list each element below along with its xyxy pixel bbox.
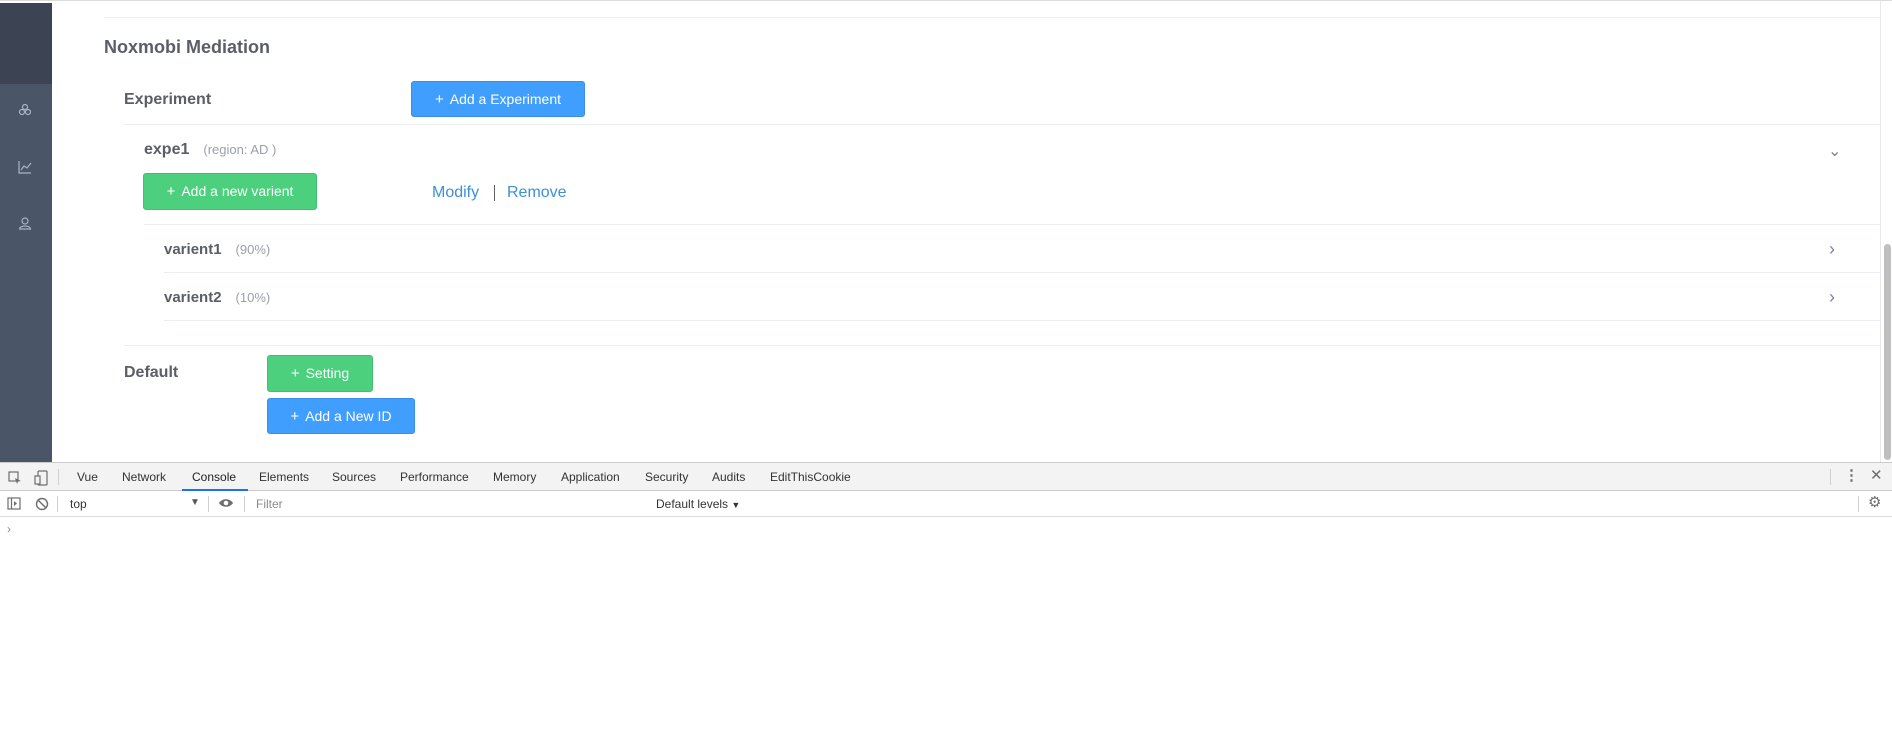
device-toggle-icon[interactable] <box>34 470 48 489</box>
sidebar-logo-area <box>0 3 52 84</box>
add-experiment-button[interactable]: + Add a Experiment <box>411 81 585 117</box>
toolbar-separator <box>58 469 59 485</box>
tab-audits[interactable]: Audits <box>712 470 745 484</box>
variant-row[interactable]: varient1 (90%) <box>164 241 270 258</box>
divider <box>164 320 1892 321</box>
default-label: Default <box>124 364 179 381</box>
tab-console[interactable]: Console <box>192 470 236 484</box>
page-title: Noxmobi Mediation <box>104 37 270 57</box>
remove-link[interactable]: Remove <box>507 184 567 202</box>
add-new-id-label: Add a New ID <box>305 408 392 424</box>
chevron-down-icon[interactable]: ⌄ <box>1828 141 1841 161</box>
show-sidebar-icon[interactable] <box>7 497 21 513</box>
experiment-region: (region: AD ) <box>203 142 277 157</box>
add-variant-label: Add a new varient <box>181 183 294 199</box>
chevron-right-icon[interactable]: › <box>1829 287 1835 308</box>
close-icon[interactable]: ✕ <box>1870 468 1883 483</box>
add-experiment-label: Add a Experiment <box>449 91 562 107</box>
cluster-icon[interactable] <box>16 103 34 121</box>
plus-icon: + <box>290 365 300 382</box>
toolbar-separator <box>208 496 209 512</box>
inspect-element-icon[interactable] <box>8 471 22 488</box>
variant-percent: (90%) <box>235 242 271 257</box>
toolbar-separator <box>1858 496 1859 512</box>
toolbar-separator <box>57 496 58 512</box>
user-icon[interactable] <box>16 216 34 234</box>
experiment-label: Experiment <box>124 91 212 108</box>
console-toolbar: top ▼ Filter Default levels ▼ ⚙ <box>0 491 1892 517</box>
add-new-id-button[interactable]: + Add a New ID <box>267 398 415 434</box>
devtools-tabbar: Vue Network Console Elements Sources Per… <box>0 462 1892 491</box>
tab-application[interactable]: Application <box>561 470 620 484</box>
tab-performance[interactable]: Performance <box>400 470 469 484</box>
tab-sources[interactable]: Sources <box>332 470 376 484</box>
tab-memory[interactable]: Memory <box>493 470 536 484</box>
divider <box>164 272 1892 273</box>
tab-vue[interactable]: Vue <box>77 470 98 484</box>
divider <box>124 345 1892 346</box>
add-variant-button[interactable]: + Add a new varient <box>143 173 317 210</box>
plus-icon: + <box>166 183 176 200</box>
setting-label: Setting <box>305 365 350 381</box>
main-content: Noxmobi Mediation Experiment + Add a Expe… <box>52 3 1892 463</box>
tab-network[interactable]: Network <box>122 470 166 484</box>
plus-icon: + <box>434 91 444 108</box>
toolbar-separator <box>1830 469 1831 485</box>
divider <box>124 124 1892 125</box>
scrollbar-thumb[interactable] <box>1884 244 1891 460</box>
modify-link[interactable]: Modify <box>432 184 479 202</box>
levels-dropdown-arrow-icon: ▼ <box>731 500 741 510</box>
context-selector[interactable]: top <box>70 497 87 511</box>
variant-name: varient2 <box>164 289 222 306</box>
variant-name: varient1 <box>164 241 222 258</box>
divider <box>144 224 1892 225</box>
setting-button[interactable]: + Setting <box>267 355 373 392</box>
experiment-item-header[interactable]: expe1 (region: AD ) <box>144 141 276 159</box>
chart-icon[interactable] <box>16 160 34 178</box>
divider <box>104 17 1892 18</box>
chevron-right-icon[interactable]: › <box>1829 239 1835 260</box>
console-filter-input[interactable]: Filter <box>256 497 283 511</box>
page-scrollbar[interactable] <box>1880 1 1892 463</box>
app-window: Noxmobi Mediation Experiment + Add a Expe… <box>0 0 1892 463</box>
eye-icon[interactable] <box>218 497 234 512</box>
devtools-panel: Vue Network Console Elements Sources Per… <box>0 462 1892 730</box>
tab-elements[interactable]: Elements <box>259 470 309 484</box>
log-levels-dropdown[interactable]: Default levels ▼ <box>656 497 740 511</box>
variant-percent: (10%) <box>235 290 271 305</box>
plus-icon: + <box>290 408 300 425</box>
sidebar <box>0 3 52 463</box>
log-levels-label: Default levels <box>656 497 729 511</box>
clear-console-icon[interactable] <box>35 497 49 514</box>
toolbar-separator <box>244 496 245 512</box>
context-dropdown-arrow-icon[interactable]: ▼ <box>190 497 200 508</box>
tab-security[interactable]: Security <box>645 470 688 484</box>
settings-gear-icon[interactable]: ⚙ <box>1868 495 1881 510</box>
link-separator <box>494 185 495 201</box>
console-prompt[interactable]: › <box>7 522 11 536</box>
variant-row[interactable]: varient2 (10%) <box>164 289 270 306</box>
experiment-name: expe1 <box>144 141 190 158</box>
more-options-icon[interactable]: ⋮ <box>1844 468 1859 483</box>
tab-editthiscookie[interactable]: EditThisCookie <box>770 470 851 484</box>
